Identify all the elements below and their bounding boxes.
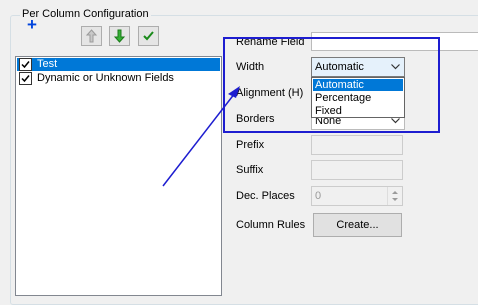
- stepper-arrows-icon: [392, 191, 398, 201]
- stepper-buttons[interactable]: [387, 187, 402, 205]
- width-dropdown-list[interactable]: Automatic Percentage Fixed: [311, 77, 405, 118]
- borders-label: Borders: [236, 113, 275, 125]
- arrow-down-icon: [113, 29, 126, 43]
- fields-list[interactable]: Test Dynamic or Unknown Fields: [15, 56, 222, 296]
- dec-places-stepper[interactable]: 0: [311, 186, 403, 206]
- width-option-fixed[interactable]: Fixed: [313, 105, 403, 117]
- width-select[interactable]: Automatic: [311, 57, 405, 77]
- arrow-up-icon: [85, 29, 98, 43]
- group-title: Per Column Configuration: [20, 8, 151, 20]
- rename-field-input[interactable]: [311, 32, 478, 51]
- checkbox-dynamic[interactable]: [19, 72, 32, 85]
- column-rules-label: Column Rules: [236, 219, 306, 231]
- create-button[interactable]: Create...: [313, 213, 402, 237]
- suffix-label: Suffix: [236, 164, 264, 176]
- list-item-test[interactable]: Test: [17, 58, 220, 71]
- move-up-button[interactable]: [81, 26, 102, 46]
- chevron-down-icon: [391, 118, 400, 124]
- checkbox-test[interactable]: [19, 58, 32, 71]
- check-icon: [143, 31, 154, 41]
- prefix-label: Prefix: [236, 139, 265, 151]
- checkmark-icon: [21, 75, 30, 83]
- list-item-label: Test: [37, 58, 58, 70]
- list-item-dynamic[interactable]: Dynamic or Unknown Fields: [17, 72, 220, 85]
- plus-icon[interactable]: +: [27, 16, 37, 33]
- width-option-percentage[interactable]: Percentage: [313, 92, 403, 104]
- alignment-label: Alignment (H): [236, 87, 304, 99]
- width-select-value: Automatic: [315, 61, 364, 73]
- list-item-label: Dynamic or Unknown Fields: [37, 72, 174, 84]
- prefix-input[interactable]: [311, 135, 403, 155]
- width-label: Width: [236, 61, 265, 73]
- rename-field-label: Rename Field: [236, 36, 305, 48]
- width-option-automatic[interactable]: Automatic: [313, 79, 403, 91]
- checkmark-icon: [21, 61, 30, 69]
- move-down-button[interactable]: [109, 26, 130, 46]
- dec-places-label: Dec. Places: [236, 190, 295, 202]
- apply-button[interactable]: [138, 26, 159, 46]
- chevron-down-icon: [391, 64, 400, 70]
- suffix-input[interactable]: [311, 160, 403, 180]
- dec-places-value: 0: [315, 190, 322, 202]
